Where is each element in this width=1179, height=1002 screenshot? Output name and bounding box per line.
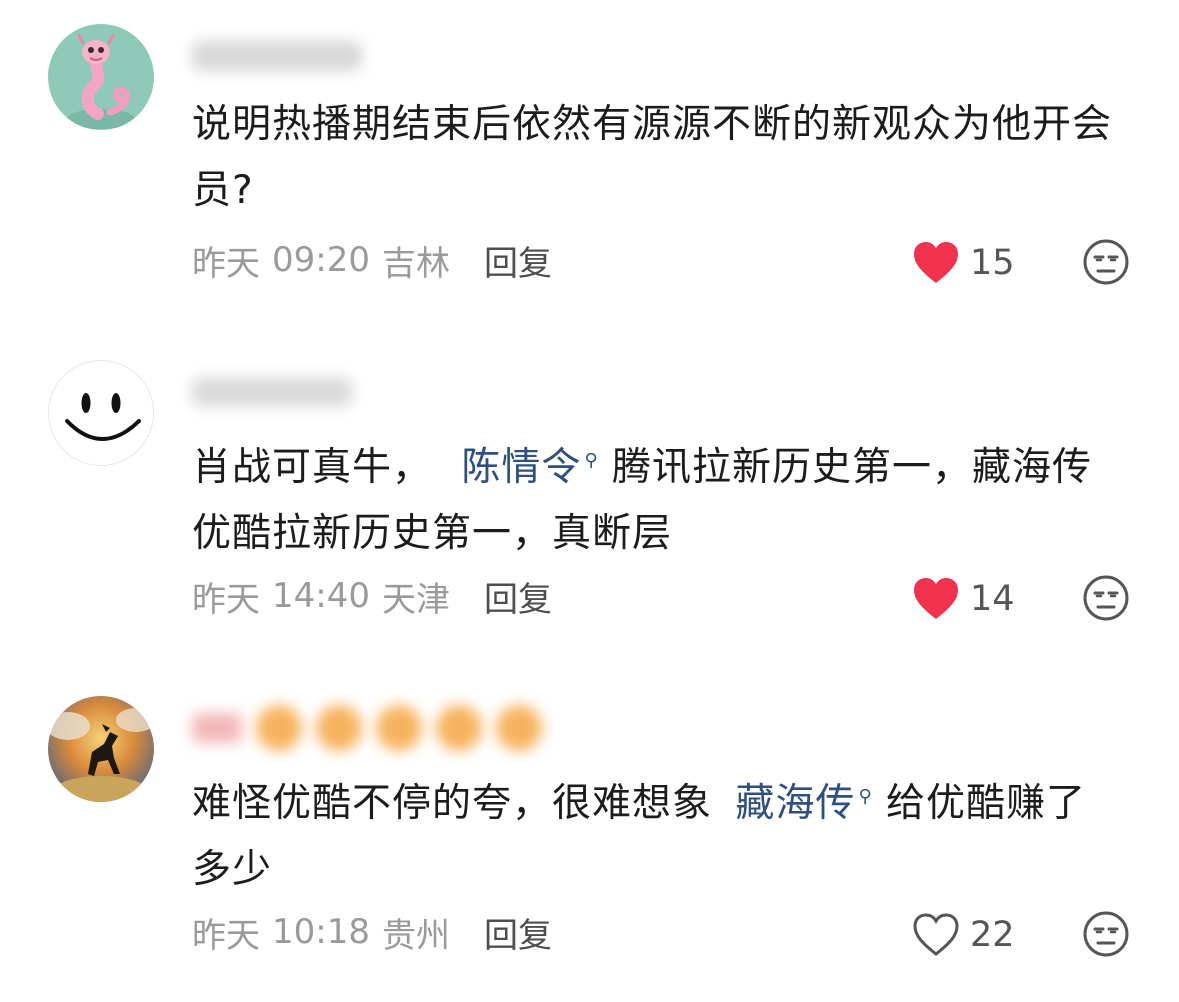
user-avatar[interactable] — [48, 360, 154, 466]
username-blurred[interactable] — [192, 34, 362, 78]
like-count: 22 — [970, 915, 1015, 955]
comment-item: 难怪优酷不停的夸，很难想象 藏海传 ⚲ 给优酷赚了多少 昨天 10:18 贵州 回… — [0, 672, 1179, 1002]
user-avatar[interactable] — [48, 696, 154, 802]
comment-item: 肖战可真牛， 陈情令 ⚲ 腾讯拉新历史第一，藏海传优酷拉新历史第一，真断层 昨天 … — [0, 336, 1179, 666]
comment-location: 天津 — [381, 579, 450, 620]
reply-button[interactable]: 回复 — [484, 572, 552, 621]
unamused-face-icon — [1083, 911, 1129, 957]
username-blurred[interactable] — [192, 370, 352, 414]
like-button[interactable]: 22 — [912, 908, 1015, 962]
unamused-face-icon — [1083, 239, 1129, 285]
comment-time: 14:40 — [272, 576, 370, 616]
reply-button[interactable]: 回复 — [484, 236, 552, 285]
topic-link-label: 陈情令 — [461, 445, 582, 490]
dislike-button[interactable] — [1082, 238, 1130, 286]
comment-meta: 昨天 09:20 吉林 回复 — [192, 232, 552, 288]
comment-location: 贵州 — [381, 915, 450, 956]
username-blurred[interactable] — [192, 705, 542, 751]
comment-item: 说明热播期结束后依然有源源不断的新观众为他开会员? 昨天 09:20 吉林 回复… — [0, 0, 1179, 330]
like-button[interactable]: 14 — [912, 572, 1015, 626]
topic-link[interactable]: 陈情令 ⚲ — [461, 445, 598, 490]
heart-filled-icon — [914, 578, 958, 619]
comment-text: 说明热播期结束后依然有源源不断的新观众为他开会员? — [192, 102, 1113, 213]
comment-time: 10:18 — [272, 912, 370, 952]
search-icon: ⚲ — [858, 786, 873, 807]
dislike-button[interactable] — [1082, 574, 1130, 622]
comment-date: 昨天 — [192, 915, 260, 956]
comment-text: 难怪优酷不停的夸，很难想象 藏海传 ⚲ 给优酷赚了多少 — [192, 764, 1112, 903]
topic-link-label: 藏海传 — [735, 781, 856, 826]
comment-text: 肖战可真牛， 陈情令 ⚲ 腾讯拉新历史第一，藏海传优酷拉新历史第一，真断层 — [192, 428, 1112, 567]
comment-time: 09:20 — [272, 240, 370, 280]
comment-text-start: 难怪优酷不停的夸，很难想象 — [192, 781, 713, 826]
dislike-button[interactable] — [1082, 910, 1130, 958]
comment-location: 吉林 — [381, 243, 450, 284]
like-count: 15 — [970, 243, 1015, 283]
reply-button[interactable]: 回复 — [484, 908, 552, 957]
comment-text-start: 肖战可真牛， — [192, 445, 433, 490]
smiley-face-avatar-icon — [49, 361, 153, 465]
comment-date: 昨天 — [192, 243, 260, 284]
pink-dragon-avatar-icon — [48, 24, 154, 130]
comment-meta: 昨天 14:40 天津 回复 — [192, 568, 552, 624]
heart-filled-icon — [914, 242, 958, 283]
heart-outline-icon — [913, 913, 959, 956]
user-avatar[interactable] — [48, 24, 154, 130]
comment-meta: 昨天 10:18 贵州 回复 — [192, 904, 552, 960]
horse-painting-avatar-icon — [48, 696, 154, 802]
unamused-face-icon — [1083, 575, 1129, 621]
comment-date: 昨天 — [192, 579, 260, 620]
search-icon: ⚲ — [584, 450, 599, 471]
like-count: 14 — [970, 579, 1015, 619]
like-button[interactable]: 15 — [912, 236, 1015, 290]
topic-link[interactable]: 藏海传 ⚲ — [735, 781, 872, 826]
